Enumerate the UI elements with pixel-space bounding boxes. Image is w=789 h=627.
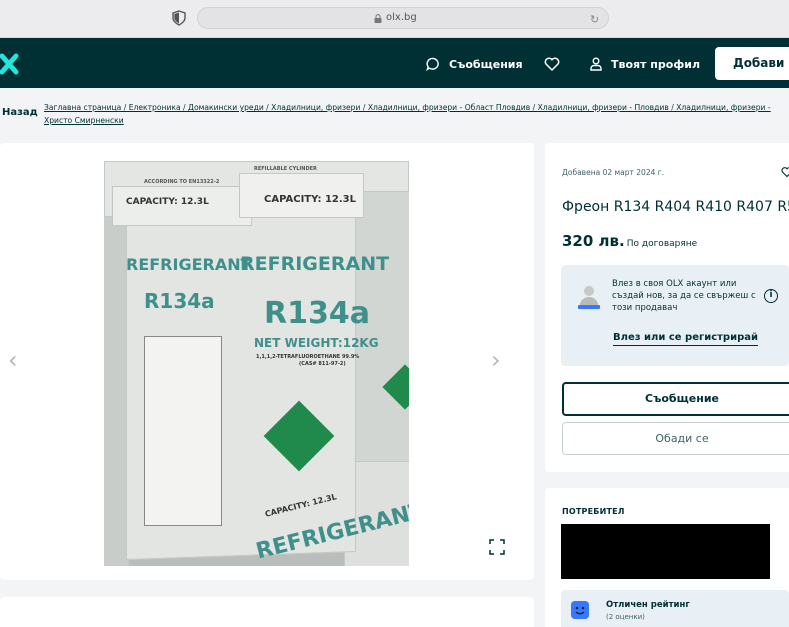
add-listing-button[interactable]: Добави об — [715, 47, 789, 80]
favourite-heart-icon[interactable] — [781, 166, 789, 178]
redacted-seller-info — [561, 524, 770, 579]
photo-capacity-top: CAPACITY: 12.3L — [264, 194, 357, 205]
listing-price: 320 лв. По договаряне — [562, 232, 697, 250]
heart-icon — [544, 57, 560, 71]
login-prompt-text: Влез в своя OLX акаунт или създай нов, з… — [612, 279, 756, 313]
photo-weight: NET WEIGHT:12KG — [254, 336, 379, 350]
photo-cas: (CAS# 811-97-2) — [299, 361, 346, 367]
photo-model-left: R134a — [144, 289, 215, 313]
profile-nav-link[interactable]: Твоят профил — [590, 55, 700, 73]
privacy-shield-icon[interactable] — [172, 10, 186, 26]
reload-icon[interactable]: ↻ — [590, 13, 599, 26]
profile-label: Твоят профил — [611, 57, 700, 71]
seller-section-label: ПОТРЕБИТЕЛ — [562, 507, 625, 516]
browser-toolbar: olx.bg ↻ — [0, 0, 789, 38]
lock-icon — [374, 14, 382, 23]
info-icon[interactable]: i — [764, 289, 778, 303]
description-card — [0, 597, 534, 627]
url-text: olx.bg — [386, 12, 417, 23]
photo-refrigerant-right: REFRIGERANT — [240, 253, 390, 275]
login-register-link[interactable]: Влез или се регистрирай — [613, 332, 759, 346]
photo-refrigerant-left: REFRIGERANT — [126, 255, 252, 274]
breadcrumb[interactable]: Заглавна страница / Електроника / Домаки… — [44, 101, 789, 127]
photo-capacity-left: CAPACITY: 12.3L — [126, 197, 209, 207]
photo-model-right: R134a — [264, 296, 370, 331]
posted-date: Добавена 02 март 2024 г. — [562, 168, 665, 177]
messages-label: Съобщения — [449, 57, 523, 71]
user-icon — [590, 57, 602, 71]
rating-count: (2 оценки) — [606, 613, 645, 621]
chat-bubble-icon — [426, 57, 439, 71]
listing-photo[interactable]: CAPACITY: 12.3L CAPACITY: 12.3L REFILLAB… — [104, 161, 409, 566]
negotiable-label: По договаряне — [626, 239, 698, 249]
messages-nav-link[interactable]: Съобщения — [426, 55, 523, 73]
user-illustration-icon — [578, 286, 600, 309]
olx-logo-icon[interactable] — [0, 53, 20, 75]
photo-chem: 1,1,1,2-TETRAFLUOROETHANE 99.9% — [256, 354, 360, 360]
smiley-rating-icon — [571, 601, 589, 619]
price-value: 320 лв. — [562, 232, 625, 250]
breadcrumb-text[interactable]: Заглавна страница / Електроника / Домаки… — [44, 103, 771, 125]
fullscreen-icon[interactable] — [489, 539, 505, 555]
rating-title: Отличен рейтинг — [606, 600, 690, 610]
photo-refillable: REFILLABLE CYLINDER — [254, 166, 317, 172]
back-link[interactable]: Назад — [2, 107, 38, 118]
listing-title: Фреон R134 R404 R410 R407 R507 R32 — [562, 199, 789, 215]
call-button[interactable]: Обади се — [562, 422, 789, 455]
favourites-nav-link[interactable] — [544, 55, 560, 73]
previous-image-arrow[interactable]: ‹ — [8, 348, 18, 372]
message-button[interactable]: Съобщение — [562, 382, 789, 416]
next-image-arrow[interactable]: › — [491, 348, 501, 372]
address-bar[interactable]: olx.bg ↻ — [197, 7, 609, 29]
page: olx.bg ↻ Съобщения Твоят профил Добави о… — [0, 0, 789, 627]
photo-according: ACCORDING TO EN13322-2 — [144, 179, 220, 185]
